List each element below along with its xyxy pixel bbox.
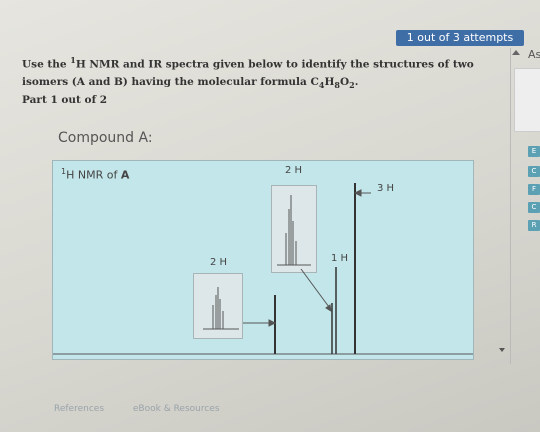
part-indicator: Part 1 out of 2 <box>22 94 108 106</box>
side-label: As <box>528 48 540 61</box>
side-button-2[interactable]: C <box>528 166 540 177</box>
question-text: Use the 1H NMR and IR spectra given belo… <box>22 55 474 90</box>
nmr-spectrum-panel: 1H NMR of A 2 H 2 H 1 H 3 H <box>52 160 474 360</box>
footer-links: References eBook & Resources <box>54 404 246 414</box>
references-link[interactable]: References <box>54 404 104 414</box>
side-button-5[interactable]: R <box>528 220 540 231</box>
inset-arrows <box>243 189 371 327</box>
side-button-3[interactable]: F <box>528 184 540 195</box>
scroll-down-icon[interactable] <box>499 348 505 352</box>
attempts-badge: 1 out of 3 attempts <box>396 30 524 46</box>
side-button-4[interactable]: C <box>528 202 540 213</box>
side-panel <box>514 68 540 132</box>
scroll-up-icon[interactable] <box>512 50 520 55</box>
inset-2-multiplet <box>277 195 311 266</box>
compound-heading: Compound A: <box>58 130 153 146</box>
screen: 1 out of 3 attempts Use the 1H NMR and I… <box>0 0 540 432</box>
ebook-link[interactable]: eBook & Resources <box>133 404 220 414</box>
side-button-1[interactable]: E <box>528 146 540 157</box>
inset-1-multiplet <box>203 287 239 330</box>
spectrum-plot <box>53 183 473 355</box>
